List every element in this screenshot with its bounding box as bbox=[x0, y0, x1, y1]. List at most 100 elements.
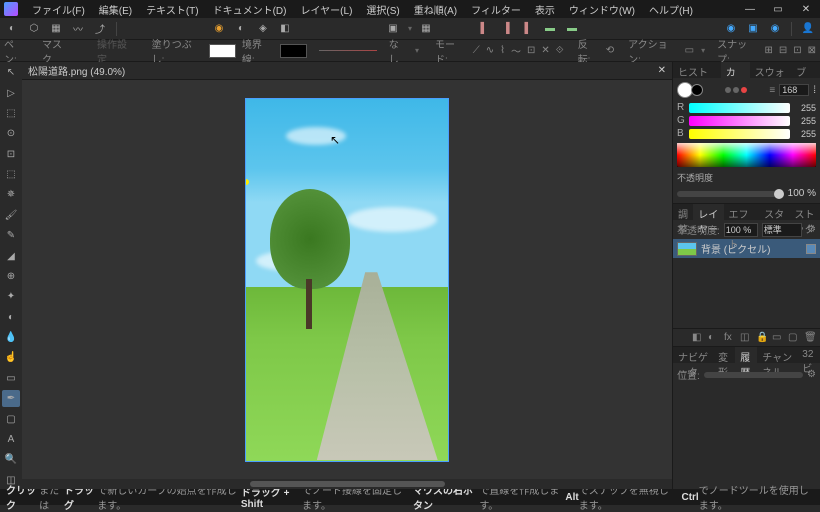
stroke-preview[interactable] bbox=[319, 50, 377, 51]
snap-icon4[interactable]: ⊠ bbox=[808, 45, 816, 56]
background-color[interactable] bbox=[691, 84, 703, 96]
r-slider[interactable] bbox=[689, 103, 790, 113]
smudge-tool[interactable]: ☝ bbox=[2, 349, 20, 366]
eraser-tool[interactable]: ◢ bbox=[2, 247, 20, 264]
action-icon[interactable]: ▭ bbox=[685, 45, 694, 56]
marquee-tool[interactable]: ⬚ bbox=[2, 166, 20, 183]
flood-select-tool[interactable]: ✵ bbox=[2, 186, 20, 203]
mode-icon5[interactable]: ⊡ bbox=[527, 45, 535, 56]
color-wheel-icon[interactable]: ◉ bbox=[211, 21, 227, 37]
reverse-icon[interactable]: ⟲ bbox=[606, 45, 614, 56]
account-icon[interactable]: 👤 bbox=[800, 21, 816, 37]
crop-tool[interactable]: ⊡ bbox=[2, 146, 20, 163]
hue-strip[interactable] bbox=[677, 143, 816, 167]
assistant-icon[interactable]: ◉ bbox=[723, 21, 739, 37]
photo-persona-icon[interactable]: ◐ bbox=[4, 21, 20, 37]
menu-help[interactable]: ヘルプ(H) bbox=[643, 0, 699, 19]
snap-icon[interactable]: ⊞ bbox=[764, 45, 772, 56]
tab-channels[interactable]: チャンネル bbox=[757, 347, 797, 363]
pen-tool[interactable]: ✒ bbox=[2, 390, 20, 407]
layer-visibility-toggle[interactable] bbox=[806, 244, 816, 254]
tab-transform[interactable]: 変形 bbox=[713, 347, 735, 363]
minimize-button[interactable]: — bbox=[740, 4, 760, 15]
align-left-icon[interactable]: ▌ bbox=[476, 21, 492, 37]
history-slider[interactable] bbox=[704, 372, 803, 378]
menu-layer[interactable]: レイヤー(L) bbox=[294, 0, 358, 19]
menu-document[interactable]: ドキュメント(D) bbox=[207, 0, 293, 19]
blur-tool[interactable]: 💧 bbox=[2, 329, 20, 346]
arrange-icon[interactable]: ▣ bbox=[385, 21, 401, 37]
align-center-icon[interactable]: ▐ bbox=[498, 21, 514, 37]
mode-icon6[interactable]: ✕ bbox=[541, 45, 549, 56]
document-tab[interactable]: 松陽道路.png (49.0%) ✕ bbox=[22, 62, 672, 80]
node-tool[interactable]: ▷ bbox=[2, 84, 20, 101]
delete-layer-icon[interactable]: 🗑 bbox=[804, 332, 816, 344]
tab-adjust[interactable]: 調整 bbox=[673, 204, 693, 220]
menu-select[interactable]: 選択(S) bbox=[360, 0, 405, 19]
color-mode-dots[interactable] bbox=[725, 87, 747, 93]
brush-tool[interactable]: ✎ bbox=[2, 227, 20, 244]
fx-icon[interactable]: fx bbox=[724, 332, 736, 344]
viewport[interactable]: ↖ bbox=[22, 80, 672, 479]
tab-histogram[interactable]: ヒストグラム bbox=[673, 62, 721, 78]
move-tool[interactable]: ↖ bbox=[2, 64, 20, 81]
g-slider[interactable] bbox=[689, 116, 790, 126]
mode-icon7[interactable]: ⟐ bbox=[556, 45, 564, 56]
history-settings-icon[interactable]: ⚙ bbox=[807, 369, 816, 380]
crop-preset-icon[interactable]: ◧ bbox=[277, 21, 293, 37]
adjust-layer-icon[interactable]: ◐ bbox=[708, 332, 720, 344]
tab-close-icon[interactable]: ✕ bbox=[658, 65, 666, 76]
gradient-tool[interactable]: ▭ bbox=[2, 370, 20, 387]
layer-item[interactable]: 背景 (ピクセル) bbox=[673, 239, 820, 258]
stock-icon[interactable]: ▣ bbox=[745, 21, 761, 37]
canvas[interactable]: ↖ bbox=[245, 98, 449, 462]
contrast-icon[interactable]: ◐ bbox=[233, 21, 249, 37]
blend-mode-select[interactable] bbox=[762, 223, 802, 237]
menu-text[interactable]: テキスト(T) bbox=[140, 0, 204, 19]
tab-color[interactable]: カラー bbox=[721, 62, 750, 78]
tab-swatch[interactable]: スウォッチ bbox=[750, 62, 792, 78]
menu-window[interactable]: ウィンドウ(W) bbox=[563, 0, 641, 19]
shape-tool[interactable]: ▢ bbox=[2, 410, 20, 427]
tab-32bit[interactable]: 32ビ bbox=[797, 347, 820, 363]
snap-icon3[interactable]: ⊡ bbox=[793, 45, 801, 56]
b-slider[interactable] bbox=[689, 129, 790, 139]
blend-icon[interactable]: ◫ bbox=[740, 332, 752, 344]
tab-layers[interactable]: レイヤー bbox=[693, 204, 723, 220]
mode-icon2[interactable]: ∿ bbox=[486, 45, 494, 56]
add-layer-icon[interactable]: ▢ bbox=[788, 332, 800, 344]
layer-menu-icon[interactable]: ⚙ bbox=[807, 224, 816, 235]
help-icon[interactable]: ◉ bbox=[767, 21, 783, 37]
lock-icon[interactable]: 🔒 bbox=[756, 332, 768, 344]
fill-swatch[interactable] bbox=[209, 44, 236, 58]
zoom-tool[interactable]: 🔍 bbox=[2, 451, 20, 468]
node-handle[interactable] bbox=[245, 179, 249, 185]
opacity-slider[interactable] bbox=[677, 191, 784, 197]
tab-effects[interactable]: エフェクト bbox=[724, 204, 760, 220]
mode-icon4[interactable]: 〜 bbox=[511, 43, 521, 58]
grid-icon[interactable]: ▦ bbox=[418, 21, 434, 37]
liquify-persona-icon[interactable]: ⬡ bbox=[26, 21, 42, 37]
mode-icon[interactable]: ⟋ bbox=[473, 45, 480, 56]
develop-persona-icon[interactable]: ▦ bbox=[48, 21, 64, 37]
tab-styles[interactable]: スタイル bbox=[759, 204, 789, 220]
menu-file[interactable]: ファイル(F) bbox=[26, 0, 91, 19]
align-right-icon[interactable]: ▌ bbox=[520, 21, 536, 37]
menu-view[interactable]: 表示 bbox=[529, 0, 561, 19]
hex-input[interactable] bbox=[779, 84, 809, 96]
color-picker-tool[interactable]: ⊙ bbox=[2, 125, 20, 142]
tab-stock[interactable]: ストック bbox=[790, 204, 820, 220]
distribute-v-icon[interactable]: ▬ bbox=[564, 21, 580, 37]
inpaint-tool[interactable]: ✦ bbox=[2, 288, 20, 305]
tab-navigator[interactable]: ナビゲータ bbox=[673, 347, 713, 363]
dodge-tool[interactable]: ◐ bbox=[2, 309, 20, 326]
selection-brush-tool[interactable]: 🖌 bbox=[2, 207, 20, 224]
text-tool[interactable]: A bbox=[2, 431, 20, 448]
distribute-h-icon[interactable]: ▬ bbox=[542, 21, 558, 37]
mask-layer-icon[interactable]: ◧ bbox=[692, 332, 704, 344]
horizontal-scrollbar[interactable] bbox=[22, 479, 672, 489]
layer-opacity-input[interactable] bbox=[724, 223, 758, 237]
maximize-button[interactable]: ▭ bbox=[768, 4, 788, 15]
clone-tool[interactable]: ⊕ bbox=[2, 268, 20, 285]
menu-arrange[interactable]: 重ね順(A) bbox=[408, 0, 463, 19]
